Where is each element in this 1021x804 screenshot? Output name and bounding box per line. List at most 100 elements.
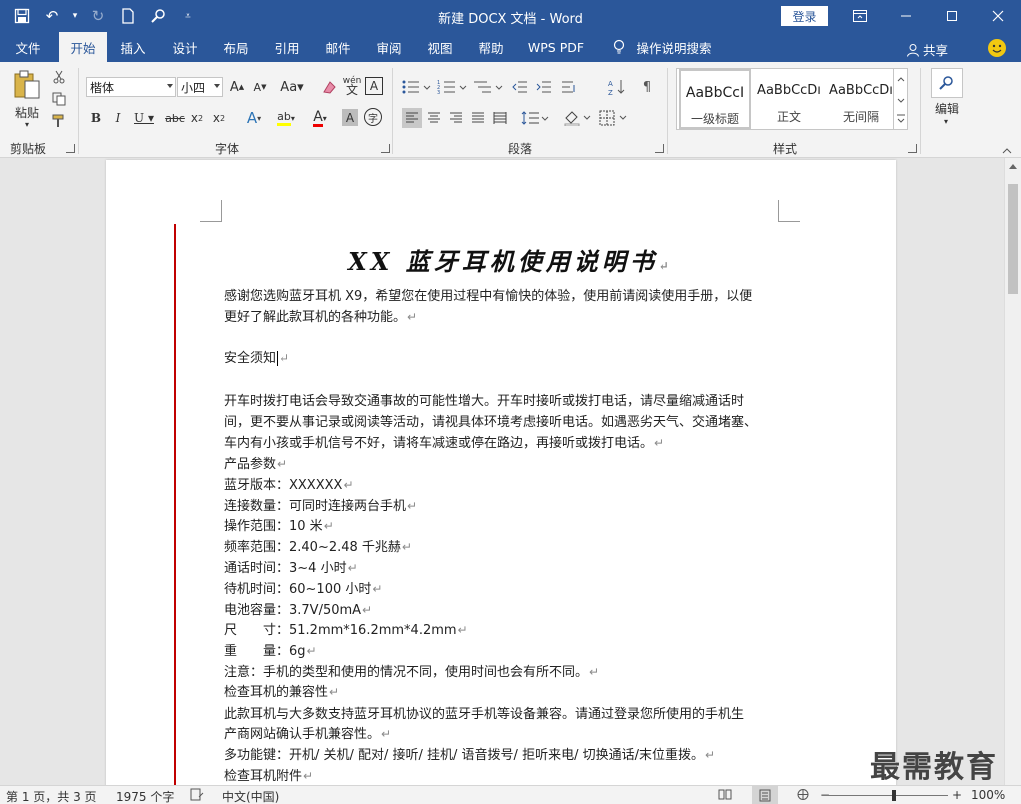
redo-icon[interactable]: ↻ (86, 4, 110, 28)
feedback-smiley-icon[interactable] (988, 39, 1006, 57)
distributed-icon[interactable] (490, 108, 510, 128)
doc-line[interactable]: 待机时间：60~100 小时↵ (224, 580, 382, 599)
touch-mode-icon[interactable] (146, 4, 170, 28)
borders-icon[interactable] (598, 108, 628, 128)
italic-icon[interactable]: I (110, 108, 126, 128)
web-layout-icon[interactable] (796, 788, 810, 804)
subscript-icon[interactable]: x2 (188, 108, 206, 128)
font-launcher-icon[interactable] (381, 144, 390, 153)
zoom-level[interactable]: 100% (971, 788, 1005, 802)
superscript-icon[interactable]: x2 (210, 108, 228, 128)
doc-line[interactable]: 检查耳机附件↵ (224, 767, 313, 786)
undo-dropdown-icon[interactable]: ▾ (70, 4, 80, 28)
doc-line[interactable]: 安全须知 ↵ (224, 349, 289, 368)
bullets-icon[interactable] (400, 76, 432, 98)
paste-icon[interactable] (10, 68, 44, 102)
tell-me-search[interactable]: 操作说明搜索 (634, 32, 714, 62)
new-doc-icon[interactable] (116, 4, 140, 28)
doc-line[interactable]: 操作范围：10 米↵ (224, 517, 334, 536)
font-color-icon[interactable]: A ▾ (306, 108, 334, 128)
doc-line[interactable]: 更好了解此款耳机的各种功能。↵ (224, 308, 417, 327)
tab-file[interactable]: 文件 (0, 32, 56, 62)
show-marks-icon[interactable]: ¶ (636, 76, 658, 98)
highlight-color-icon[interactable]: ab ▾ (272, 108, 300, 128)
styles-gallery-scroll[interactable] (893, 69, 907, 129)
font-name-combo[interactable]: 楷体 (86, 77, 176, 97)
style-no-spacing[interactable]: AaBbCcDı 无间隔 (825, 69, 897, 129)
align-center-icon[interactable] (424, 108, 444, 128)
print-layout-icon[interactable] (752, 786, 778, 804)
minimize-icon[interactable] (883, 0, 929, 32)
tab-references[interactable]: 引用 (264, 32, 310, 62)
doc-line[interactable]: 多功能键：开机/ 关机/ 配对/ 接听/ 挂机/ 语音拨号/ 拒听来电/ 切换通… (224, 746, 715, 765)
tab-view[interactable]: 视图 (417, 32, 463, 62)
shading-icon[interactable] (562, 108, 592, 128)
underline-icon[interactable]: U ▾ (132, 108, 156, 128)
login-button[interactable]: 登录 (781, 6, 828, 26)
decrease-indent-icon[interactable] (510, 76, 530, 98)
grow-font-icon[interactable]: A ▲ (228, 77, 246, 97)
increase-indent-icon[interactable] (534, 76, 554, 98)
tab-mailings[interactable]: 邮件 (315, 32, 361, 62)
tab-help[interactable]: 帮助 (468, 32, 514, 62)
clear-formatting-icon[interactable] (321, 77, 339, 97)
sort-icon[interactable]: AZ (606, 76, 628, 98)
proofing-icon[interactable] (190, 788, 204, 804)
cut-icon[interactable] (50, 68, 68, 86)
doc-line[interactable]: 通话时间：3~4 小时↵ (224, 559, 358, 578)
scroll-thumb[interactable] (1008, 184, 1018, 294)
doc-line[interactable]: 产品参数↵ (224, 455, 287, 474)
character-shading-icon[interactable]: A (342, 109, 358, 126)
word-count[interactable]: 1975 个字 (116, 788, 174, 804)
save-icon[interactable] (10, 4, 34, 28)
line-spacing-icon[interactable] (520, 108, 550, 128)
doc-line[interactable]: 产商网站确认手机兼容性。↵ (224, 725, 391, 744)
copy-icon[interactable] (50, 90, 68, 108)
document-heading[interactable]: XX 蓝牙耳机使用说明书↵ (0, 242, 1021, 277)
align-right-icon[interactable] (446, 108, 466, 128)
bold-icon[interactable]: B (88, 108, 104, 128)
customize-qat-icon[interactable]: ⩡ (176, 4, 200, 28)
numbering-icon[interactable]: 123 (436, 76, 468, 98)
language-status[interactable]: 中文(中国) (222, 788, 279, 804)
tab-layout[interactable]: 布局 (213, 32, 259, 62)
tab-wps-pdf[interactable]: WPS PDF (522, 32, 590, 62)
style-normal[interactable]: AaBbCcDı 正文 (753, 69, 825, 129)
doc-line[interactable]: 蓝牙版本：XXXXXX↵ (224, 476, 354, 495)
paste-dropdown-icon[interactable]: ▾ (22, 120, 32, 129)
tab-design[interactable]: 设计 (162, 32, 208, 62)
text-effects-icon[interactable]: A ▾ (240, 108, 268, 128)
ribbon-display-options-icon[interactable] (837, 0, 883, 32)
editing-button[interactable]: 编辑 (926, 100, 968, 116)
page-count[interactable]: 第 1 页，共 3 页 (6, 788, 97, 804)
tab-insert[interactable]: 插入 (110, 32, 156, 62)
doc-line[interactable]: 此款耳机与大多数支持蓝牙耳机协议的蓝牙手机等设备兼容。请通过登录您所使用的手机生 (224, 705, 745, 724)
styles-launcher-icon[interactable] (908, 144, 917, 153)
doc-line[interactable]: 检查耳机的兼容性↵ (224, 683, 339, 702)
change-case-icon[interactable]: Aa▾ (279, 77, 305, 97)
vertical-scrollbar[interactable] (1004, 158, 1021, 785)
phonetic-guide-icon[interactable]: wén 文 (343, 75, 362, 97)
chinese-layout-icon[interactable] (558, 76, 580, 98)
zoom-slider-thumb[interactable] (892, 790, 896, 801)
find-icon[interactable] (931, 68, 963, 98)
zoom-slider-track[interactable] (828, 795, 948, 796)
read-mode-icon[interactable] (718, 788, 732, 804)
font-size-combo[interactable]: 小四 (177, 77, 223, 97)
doc-line[interactable]: 连接数量：可同时连接两台手机↵ (224, 497, 417, 516)
doc-line[interactable]: 频率范围：2.40~2.48 千兆赫↵ (224, 538, 412, 557)
enclose-characters-icon[interactable]: 字 (364, 108, 382, 126)
collapse-ribbon-icon[interactable] (1000, 146, 1014, 156)
doc-line[interactable]: 间，更不要从事记录或阅读等活动，请视具体环境考虑接听电话。如遇恶劣天气、交通堵塞… (224, 413, 758, 432)
tab-home[interactable]: 开始 (59, 32, 107, 62)
multilevel-list-icon[interactable] (472, 76, 504, 98)
maximize-icon[interactable] (929, 0, 975, 32)
close-icon[interactable] (975, 0, 1021, 32)
strikethrough-icon[interactable]: abc (164, 108, 186, 128)
style-heading-1[interactable]: AaBbCcI 一级标题 (679, 69, 751, 129)
doc-line[interactable]: 电池容量：3.7V/50mA↵ (224, 601, 372, 620)
doc-line[interactable]: 车内有小孩或手机信号不好，请将车减速或停在路边，再接听或拨打电话。↵ (224, 434, 664, 453)
doc-line[interactable]: 尺 寸：51.2mm*16.2mm*4.2mm↵ (224, 621, 468, 640)
clipboard-launcher-icon[interactable] (66, 144, 75, 153)
doc-line[interactable]: 重 量：6g↵ (224, 642, 317, 661)
